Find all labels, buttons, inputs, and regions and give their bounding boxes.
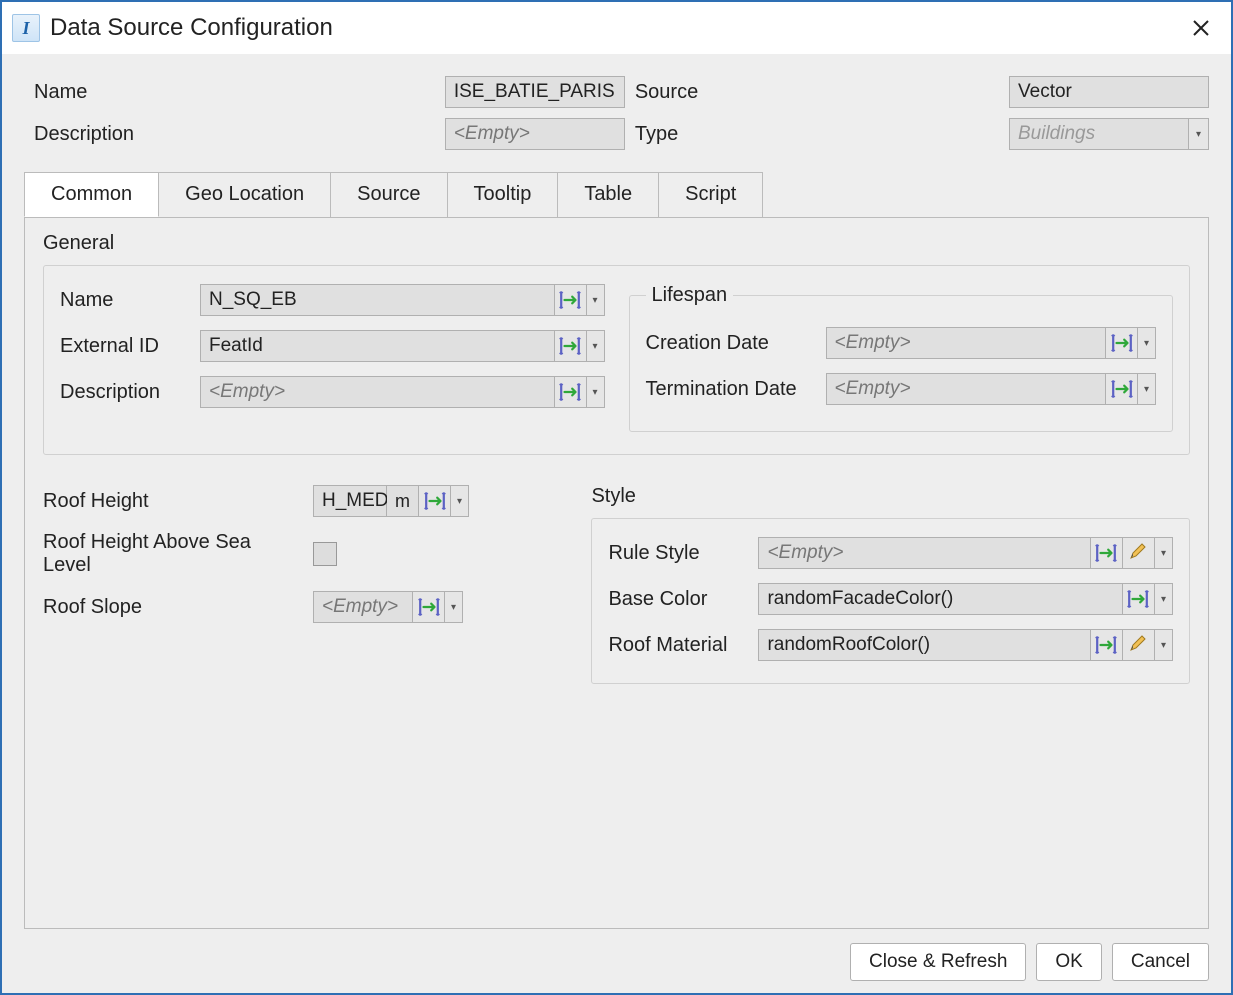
tab-tooltip[interactable]: Tooltip bbox=[447, 172, 559, 217]
general-description-label: Description bbox=[60, 381, 190, 404]
roof-material-value: randomRoofColor() bbox=[758, 629, 1091, 661]
tab-panel-common: General Name N_SQ_EB ▾ bbox=[24, 217, 1209, 929]
rule-style-value: <Empty> bbox=[758, 537, 1091, 569]
expression-icon[interactable] bbox=[555, 284, 587, 316]
style-fieldset: Rule Style <Empty> ▾ Base Color r bbox=[591, 518, 1190, 684]
external-id-value: FeatId bbox=[200, 330, 555, 362]
tab-common[interactable]: Common bbox=[24, 172, 159, 217]
style-section-wrapper: Style Rule Style <Empty> ▾ bbox=[591, 485, 1190, 684]
lifespan-fieldset: Lifespan Creation Date <Empty> ▾ T bbox=[629, 284, 1174, 432]
roof-above-sea-label: Roof Height Above Sea Level bbox=[43, 531, 303, 577]
chevron-down-icon[interactable]: ▾ bbox=[445, 591, 463, 623]
roof-height-value: H_MED bbox=[313, 485, 387, 517]
creation-date-label: Creation Date bbox=[646, 332, 816, 355]
cancel-button[interactable]: Cancel bbox=[1112, 943, 1209, 981]
general-description-field[interactable]: <Empty> ▾ bbox=[200, 376, 605, 408]
tab-script[interactable]: Script bbox=[658, 172, 763, 217]
roof-height-unit: m bbox=[387, 485, 419, 517]
lifespan-legend: Lifespan bbox=[646, 284, 734, 307]
general-left-column: Name N_SQ_EB ▾ External ID Fea bbox=[60, 284, 605, 408]
general-name-value: N_SQ_EB bbox=[200, 284, 555, 316]
chevron-down-icon[interactable]: ▾ bbox=[1155, 629, 1173, 661]
tab-table[interactable]: Table bbox=[557, 172, 659, 217]
expression-icon[interactable] bbox=[1106, 373, 1138, 405]
roof-height-field[interactable]: H_MED m ▾ bbox=[313, 485, 563, 517]
header-form: Name ISE_BATIE_PARIS Source Vector Descr… bbox=[34, 76, 1209, 150]
general-fieldset: Name N_SQ_EB ▾ External ID Fea bbox=[43, 265, 1190, 455]
chevron-down-icon[interactable]: ▾ bbox=[1155, 583, 1173, 615]
chevron-down-icon[interactable]: ▾ bbox=[1138, 327, 1156, 359]
creation-date-field[interactable]: <Empty> ▾ bbox=[826, 327, 1157, 359]
general-label: General bbox=[43, 232, 1190, 255]
source-field[interactable]: Vector bbox=[1009, 76, 1209, 108]
dialog-content: Name ISE_BATIE_PARIS Source Vector Descr… bbox=[2, 54, 1231, 993]
base-color-field[interactable]: randomFacadeColor() ▾ bbox=[758, 583, 1173, 615]
source-label: Source bbox=[635, 81, 999, 104]
type-select[interactable]: Buildings ▾ bbox=[1009, 118, 1209, 150]
general-name-label: Name bbox=[60, 289, 190, 312]
base-color-value: randomFacadeColor() bbox=[758, 583, 1123, 615]
expression-icon[interactable] bbox=[1106, 327, 1138, 359]
termination-date-field[interactable]: <Empty> ▾ bbox=[826, 373, 1157, 405]
dialog-window: I Data Source Configuration Name ISE_BAT… bbox=[0, 0, 1233, 995]
expression-icon[interactable] bbox=[419, 485, 451, 517]
rule-style-label: Rule Style bbox=[608, 542, 748, 565]
name-field[interactable]: ISE_BATIE_PARIS bbox=[445, 76, 625, 108]
expression-icon[interactable] bbox=[413, 591, 445, 623]
roof-section: Roof Height H_MED m ▾ Roof Height Above … bbox=[43, 485, 563, 623]
expression-icon[interactable] bbox=[1091, 629, 1123, 661]
roof-slope-label: Roof Slope bbox=[43, 596, 303, 619]
tab-source[interactable]: Source bbox=[330, 172, 447, 217]
tabstrip: Common Geo Location Source Tooltip Table… bbox=[24, 172, 1209, 218]
type-value: Buildings bbox=[1009, 118, 1189, 150]
chevron-down-icon[interactable]: ▾ bbox=[1155, 537, 1173, 569]
expression-icon[interactable] bbox=[555, 330, 587, 362]
roof-material-label: Roof Material bbox=[608, 634, 748, 657]
roof-slope-field[interactable]: <Empty> ▾ bbox=[313, 591, 563, 623]
termination-date-label: Termination Date bbox=[646, 378, 816, 401]
pencil-icon[interactable] bbox=[1123, 537, 1155, 569]
base-color-label: Base Color bbox=[608, 588, 748, 611]
expression-icon[interactable] bbox=[1091, 537, 1123, 569]
external-id-field[interactable]: FeatId ▾ bbox=[200, 330, 605, 362]
close-icon[interactable] bbox=[1183, 10, 1219, 46]
termination-date-value: <Empty> bbox=[826, 373, 1107, 405]
dialog-button-row: Close & Refresh OK Cancel bbox=[24, 943, 1209, 981]
pencil-icon[interactable] bbox=[1123, 629, 1155, 661]
general-description-value: <Empty> bbox=[200, 376, 555, 408]
expression-icon[interactable] bbox=[1123, 583, 1155, 615]
titlebar: I Data Source Configuration bbox=[2, 2, 1231, 54]
name-label: Name bbox=[34, 81, 435, 104]
roof-height-label: Roof Height bbox=[43, 490, 303, 513]
rule-style-field[interactable]: <Empty> ▾ bbox=[758, 537, 1173, 569]
creation-date-value: <Empty> bbox=[826, 327, 1107, 359]
roof-above-sea-checkbox[interactable] bbox=[313, 542, 337, 566]
chevron-down-icon[interactable]: ▾ bbox=[587, 330, 605, 362]
expression-icon[interactable] bbox=[555, 376, 587, 408]
tab-geo-location[interactable]: Geo Location bbox=[158, 172, 331, 217]
chevron-down-icon[interactable]: ▾ bbox=[451, 485, 469, 517]
style-label: Style bbox=[591, 485, 1190, 508]
ok-button[interactable]: OK bbox=[1036, 943, 1101, 981]
close-refresh-button[interactable]: Close & Refresh bbox=[850, 943, 1026, 981]
chevron-down-icon[interactable]: ▾ bbox=[587, 376, 605, 408]
type-label: Type bbox=[635, 123, 999, 146]
description-field[interactable]: <Empty> bbox=[445, 118, 625, 150]
description-label: Description bbox=[34, 123, 435, 146]
chevron-down-icon[interactable]: ▾ bbox=[1189, 118, 1209, 150]
dialog-title: Data Source Configuration bbox=[50, 14, 1183, 42]
chevron-down-icon[interactable]: ▾ bbox=[1138, 373, 1156, 405]
chevron-down-icon[interactable]: ▾ bbox=[587, 284, 605, 316]
roof-material-field[interactable]: randomRoofColor() ▾ bbox=[758, 629, 1173, 661]
external-id-label: External ID bbox=[60, 335, 190, 358]
roof-slope-value: <Empty> bbox=[313, 591, 413, 623]
app-icon: I bbox=[12, 14, 40, 42]
general-name-field[interactable]: N_SQ_EB ▾ bbox=[200, 284, 605, 316]
